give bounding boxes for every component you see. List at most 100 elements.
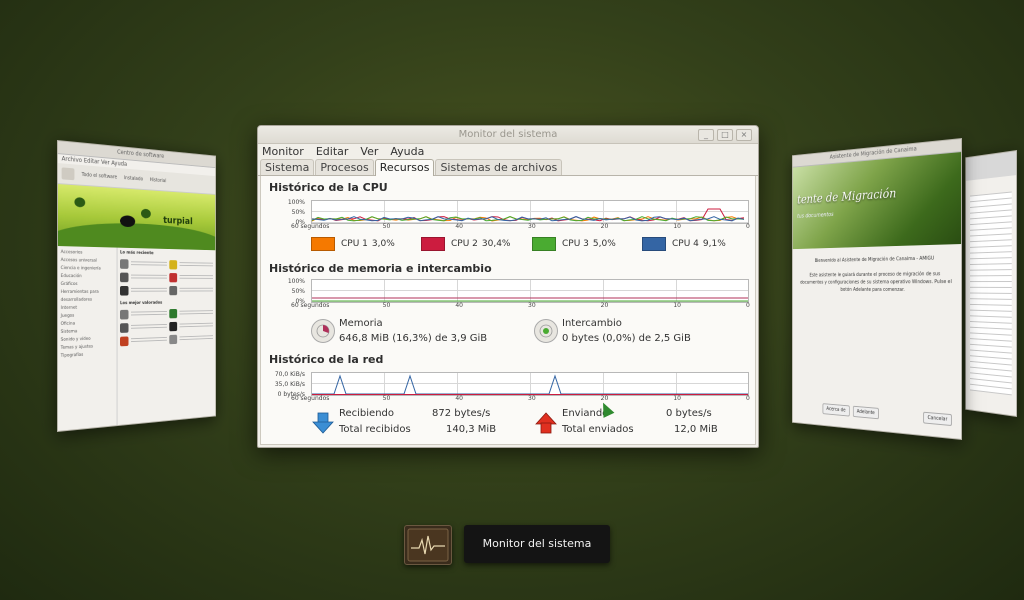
- cpu-legend-label: CPU 1: [341, 239, 368, 249]
- minimize-button[interactable]: _: [698, 129, 714, 141]
- list-item[interactable]: [120, 321, 213, 333]
- memory-label: Memoria: [339, 318, 383, 329]
- x-tick-label: 0: [746, 223, 750, 230]
- system-monitor-app-icon[interactable]: [404, 525, 452, 565]
- tab-sistema[interactable]: Sistema: [260, 159, 315, 175]
- cpu-legend-item: CPU 4 9,1%: [642, 237, 726, 251]
- cpu-legend-value: 3,0%: [371, 239, 395, 249]
- turpial-bird-icon: [120, 215, 136, 228]
- receiving-value: 872 bytes/s: [432, 408, 491, 419]
- switcher-label: Monitor del sistema: [464, 525, 610, 563]
- swap-value: 0 bytes (0,0%) de 2,5 GiB: [562, 333, 691, 344]
- software-center-window[interactable]: Centro de software Archivo Editar Ver Ay…: [57, 140, 216, 432]
- tab-sistemas-de-archivos[interactable]: Sistemas de archivos: [435, 159, 563, 175]
- back-icon: [61, 167, 75, 181]
- migration-banner-subtitle: tus documentos: [797, 211, 834, 220]
- migration-assistant-window[interactable]: Asistente de Migración de Canaima tente …: [792, 138, 962, 440]
- about-button[interactable]: Acerca de: [822, 403, 850, 417]
- system-monitor-window[interactable]: Monitor del sistema _ □ × Monitor Editar…: [257, 125, 759, 448]
- x-tick-label: 30: [528, 302, 536, 309]
- cpu-legend-value: 9,1%: [702, 239, 726, 249]
- x-tick-label: 60 segundos: [291, 223, 330, 230]
- total-received-label: Total recibidos: [339, 424, 411, 435]
- x-tick-label: 40: [455, 395, 463, 402]
- receiving-label: Recibiendo: [339, 408, 395, 419]
- category-item[interactable]: Herramientas para desarrolladores: [61, 289, 114, 305]
- toolbar-history: Historial: [149, 177, 167, 185]
- cpu-legend-item: CPU 3 5,0%: [532, 237, 616, 251]
- cpu-graph: [311, 200, 749, 224]
- network-plot: [312, 373, 748, 395]
- migration-buttons: Acerca de Adelante Cancelar: [822, 403, 952, 427]
- tab-procesos[interactable]: Procesos: [315, 159, 374, 175]
- browser-window[interactable]: [965, 150, 1017, 417]
- list-item[interactable]: [120, 333, 213, 347]
- category-item[interactable]: Tipografías: [61, 350, 114, 360]
- cancel-button[interactable]: Cancelar: [923, 411, 952, 427]
- x-tick-label: 50: [382, 302, 391, 309]
- menu-ayuda[interactable]: Ayuda: [390, 144, 424, 159]
- app-icon: [169, 334, 178, 345]
- toolbar-all-software: Todo el software: [81, 171, 118, 181]
- total-received-value: 140,3 MiB: [446, 424, 497, 435]
- list-item[interactable]: [120, 259, 213, 270]
- memory-graph: [311, 279, 749, 303]
- tree-icon: [140, 208, 151, 219]
- x-tick-label: 0: [746, 302, 750, 309]
- cpu-ytick: 50%: [291, 209, 305, 216]
- app-icon: [169, 321, 178, 332]
- color-swatch[interactable]: [642, 237, 666, 251]
- toolbar-installed: Instalado: [123, 175, 144, 183]
- total-sent-value: 12,0 MiB: [674, 424, 718, 435]
- tab-recursos[interactable]: Recursos: [374, 159, 435, 176]
- app-icon: [169, 273, 178, 283]
- category-item[interactable]: Gráficos: [61, 281, 114, 289]
- sending-value: 0 bytes/s: [666, 408, 712, 419]
- cpu-ytick: 100%: [287, 199, 305, 206]
- x-tick-label: 10: [673, 395, 681, 402]
- mem-ytick: 100%: [287, 278, 305, 285]
- app-icon: [169, 260, 178, 270]
- category-item[interactable]: Educación: [61, 273, 114, 281]
- x-tick-label: 10: [673, 223, 681, 230]
- tree-icon: [74, 197, 86, 208]
- close-button[interactable]: ×: [736, 129, 752, 141]
- x-tick-label: 20: [600, 223, 609, 230]
- software-center-body: Accesorios Accesos universal Ciencia e ing…: [57, 246, 215, 432]
- cpu-legend-value: 5,0%: [592, 239, 616, 249]
- network-graph: [311, 372, 749, 396]
- list-item[interactable]: [120, 308, 213, 320]
- turpial-banner: turpial: [57, 184, 216, 251]
- menu-monitor[interactable]: Monitor: [262, 144, 304, 159]
- category-list: Accesorios Accesos universal Ciencia e ing…: [57, 246, 118, 432]
- download-arrow-icon: [312, 412, 334, 434]
- window-titlebar[interactable]: Monitor del sistema _ □ ×: [258, 126, 758, 144]
- list-item[interactable]: [120, 286, 213, 296]
- maximize-button[interactable]: □: [717, 129, 733, 141]
- menu-editar[interactable]: Editar: [316, 144, 349, 159]
- color-swatch[interactable]: [421, 237, 445, 251]
- net-ytick: 35,0 KiB/s: [274, 381, 305, 388]
- section-top: Los mejor valorados: [120, 300, 163, 307]
- x-tick-label: 20: [600, 302, 609, 309]
- x-tick-label: 40: [455, 223, 463, 230]
- app-icon: [120, 286, 129, 296]
- color-swatch[interactable]: [311, 237, 335, 251]
- network-heading: Histórico de la red: [269, 353, 384, 366]
- window-title: Monitor del sistema: [458, 129, 558, 140]
- migration-welcome: Bienvenido al Asistente de Migración de …: [814, 255, 935, 264]
- color-swatch[interactable]: [532, 237, 556, 251]
- x-tick-label: 60 segundos: [291, 395, 330, 402]
- net-ytick: 70,0 KiB/s: [274, 371, 305, 378]
- turpial-logo: turpial: [163, 215, 193, 227]
- app-icon: [120, 323, 129, 333]
- section-new: Lo más reciente: [120, 250, 154, 257]
- swap-label: Intercambio: [562, 318, 622, 329]
- app-list: Lo más reciente Los mejor valorados: [117, 248, 215, 430]
- memory-plot: [312, 280, 748, 302]
- forward-button[interactable]: Adelante: [852, 405, 879, 420]
- list-item[interactable]: [120, 272, 213, 283]
- menu-ver[interactable]: Ver: [360, 144, 378, 159]
- memory-heading: Histórico de memoria e intercambio: [269, 262, 492, 275]
- cpu-legend-label: CPU 4: [672, 239, 699, 249]
